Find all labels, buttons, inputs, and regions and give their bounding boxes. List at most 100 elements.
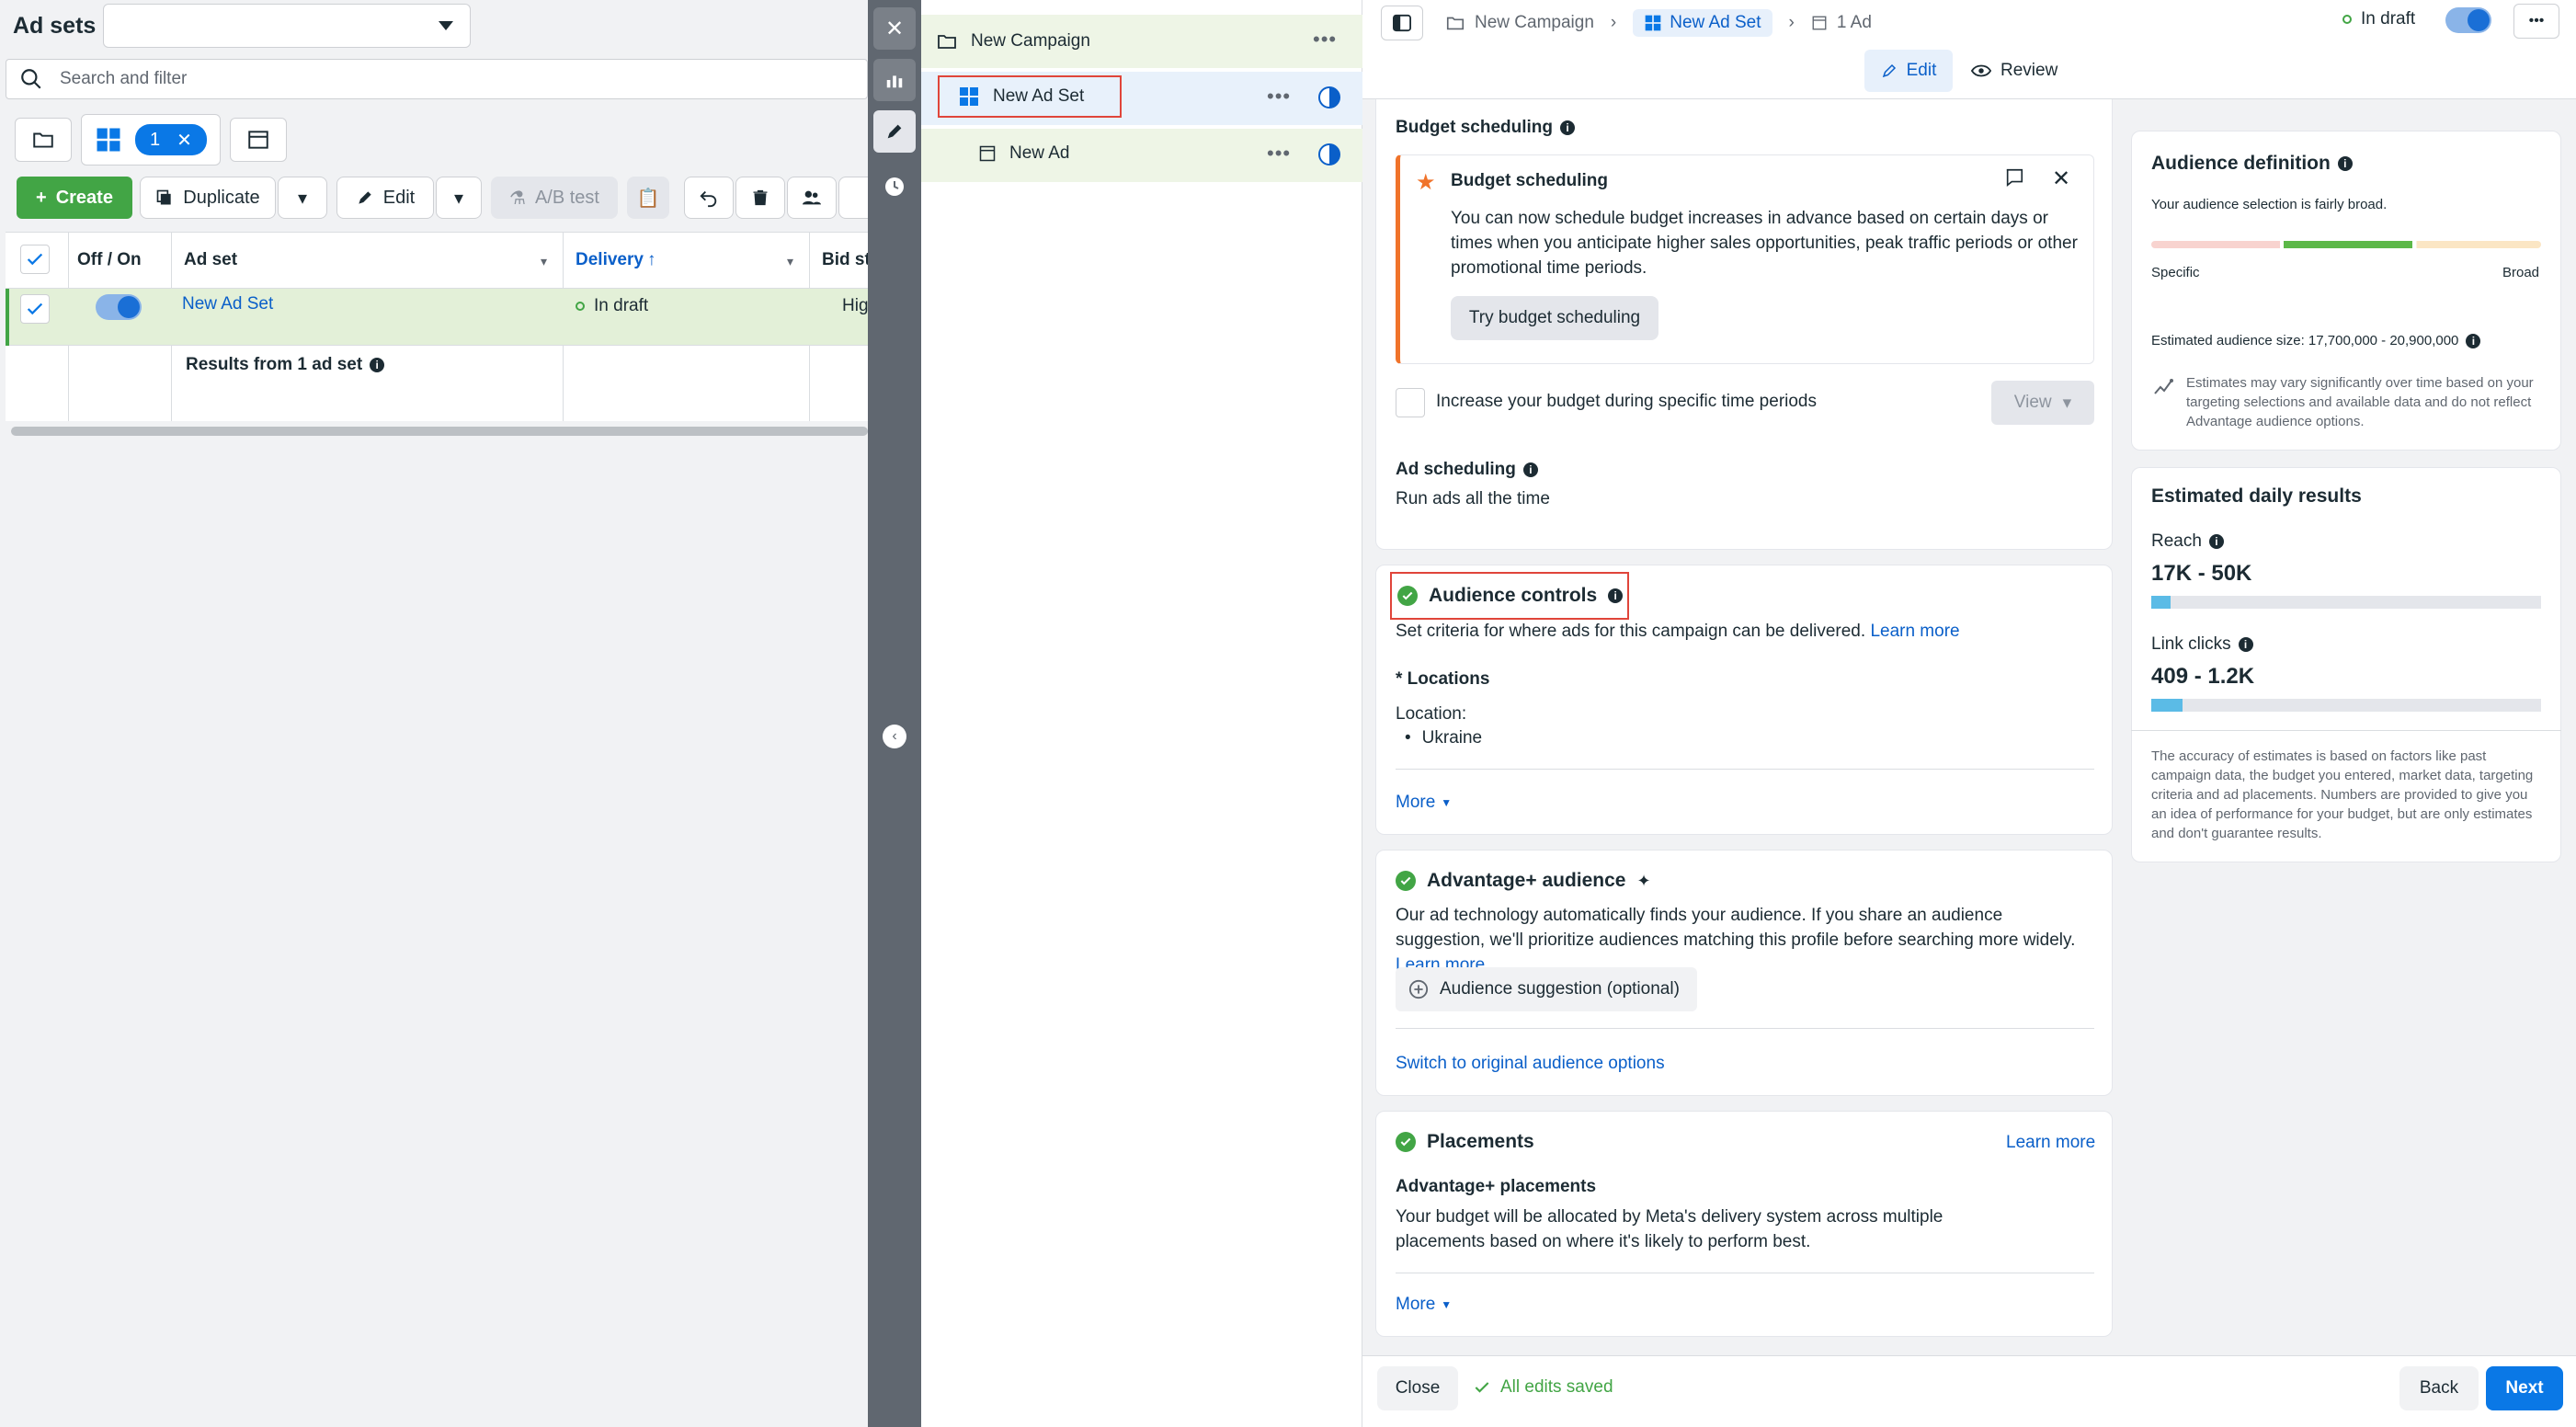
duplicate-button[interactable]: Duplicate bbox=[140, 177, 276, 219]
delivery-header-label: Delivery bbox=[576, 250, 644, 269]
info-icon: i bbox=[2238, 637, 2253, 652]
column-header-adset[interactable]: Ad set bbox=[184, 250, 237, 270]
account-selector[interactable] bbox=[103, 4, 471, 48]
close-editor-button[interactable]: ✕ bbox=[873, 7, 916, 50]
toggle-panel-button[interactable] bbox=[1381, 6, 1423, 40]
close-icon[interactable]: ✕ bbox=[177, 129, 192, 152]
editor-sidebar bbox=[868, 0, 921, 1427]
ab-test-button[interactable]: ⚗ A/B test bbox=[491, 177, 618, 219]
tab-edit[interactable]: Edit bbox=[1864, 50, 1953, 92]
audience-def-subtitle: Your audience selection is fairly broad. bbox=[2151, 197, 2388, 212]
more-button[interactable]: More ▼ bbox=[1396, 1295, 1452, 1315]
plus-circle-icon bbox=[1408, 979, 1429, 999]
ad-icon bbox=[248, 131, 268, 149]
tree-item-campaign[interactable]: New Campaign bbox=[921, 15, 1362, 68]
collapse-chevron-icon[interactable]: ‹ bbox=[883, 725, 906, 748]
edit-button[interactable]: Edit bbox=[336, 177, 434, 219]
audience-controls-header: Audience controls i bbox=[1390, 572, 1629, 620]
undo-button[interactable] bbox=[684, 177, 734, 219]
search-icon bbox=[21, 69, 41, 89]
breadcrumb-ad[interactable]: 1 Ad bbox=[1837, 13, 1872, 33]
breadcrumb-adset-label: New Ad Set bbox=[1670, 13, 1761, 32]
charts-button[interactable] bbox=[873, 59, 916, 101]
more-options-icon[interactable]: ••• bbox=[1267, 85, 1291, 108]
back-button[interactable]: Back bbox=[2399, 1366, 2479, 1410]
duplicate-dropdown[interactable]: ▾ bbox=[278, 177, 327, 219]
adsets-tab[interactable]: 1 ✕ bbox=[81, 114, 221, 166]
close-icon[interactable]: ✕ bbox=[2052, 166, 2070, 192]
more-label: More bbox=[1396, 1295, 1436, 1314]
next-button[interactable]: Next bbox=[2486, 1366, 2563, 1410]
clicks-value: 409 - 1.2K bbox=[2151, 664, 2255, 689]
audience-suggestion-button[interactable]: Audience suggestion (optional) bbox=[1396, 967, 1697, 1011]
edit-mode-button[interactable] bbox=[873, 110, 916, 153]
breadcrumb-campaign[interactable]: New Campaign bbox=[1475, 13, 1594, 33]
caret-down-icon: ▼ bbox=[1441, 1298, 1453, 1311]
pencil-icon bbox=[887, 124, 902, 139]
row-checkbox[interactable] bbox=[20, 294, 50, 324]
campaigns-tab[interactable] bbox=[15, 118, 72, 162]
people-icon bbox=[802, 190, 822, 205]
reach-bar-fill bbox=[2151, 596, 2171, 609]
folder-icon bbox=[1446, 17, 1465, 30]
selection-chip[interactable]: 1 ✕ bbox=[135, 124, 207, 155]
ad-icon bbox=[1812, 16, 1827, 30]
breadcrumb-adset[interactable]: New Ad Set bbox=[1633, 9, 1772, 37]
more-options-icon[interactable]: ••• bbox=[1313, 28, 1337, 51]
bar-chart-icon bbox=[886, 75, 903, 88]
placements-desc: Your budget will be allocated by Meta's … bbox=[1396, 1207, 1943, 1251]
column-header-delivery[interactable]: Delivery ↑ bbox=[576, 250, 655, 270]
edit-dropdown[interactable]: ▾ bbox=[436, 177, 482, 219]
meter-specific-label: Specific bbox=[2151, 265, 2200, 280]
delivery-status-icon bbox=[1318, 86, 1340, 108]
switch-audience-link[interactable]: Switch to original audience options bbox=[1396, 1054, 1665, 1074]
audience-breadth-meter bbox=[2151, 241, 2541, 248]
search-input[interactable]: Search and filter bbox=[60, 69, 187, 89]
reach-bar bbox=[2151, 596, 2541, 609]
placements-subtitle: Advantage+ placements bbox=[1396, 1177, 1597, 1196]
column-header-bid[interactable]: Bid st bbox=[822, 250, 871, 270]
placements-header: Placements bbox=[1396, 1131, 1534, 1153]
column-menu-icon[interactable]: ▾ bbox=[787, 254, 793, 269]
column-menu-icon[interactable]: ▾ bbox=[541, 254, 547, 269]
caret-down-icon: ▼ bbox=[1441, 796, 1453, 809]
clipboard-icon: 📋 bbox=[636, 188, 660, 209]
more-options-icon[interactable]: ••• bbox=[2513, 4, 2559, 39]
selected-adset-highlight[interactable]: New Ad Set bbox=[938, 75, 1122, 118]
audience-suggestion-label: Audience suggestion (optional) bbox=[1440, 979, 1680, 999]
learn-more-link[interactable]: Learn more bbox=[1870, 622, 1959, 641]
tab-review[interactable]: Review bbox=[1971, 50, 2057, 92]
more-options-icon[interactable]: ••• bbox=[1267, 142, 1291, 166]
feedback-icon[interactable] bbox=[2004, 167, 2024, 188]
delete-button[interactable] bbox=[735, 177, 785, 219]
placements-learn-more[interactable]: Learn more bbox=[2006, 1133, 2095, 1153]
column-header-toggle[interactable]: Off / On bbox=[77, 250, 142, 270]
search-bar[interactable]: Search and filter bbox=[6, 59, 868, 99]
clipboard-button[interactable]: 📋 bbox=[627, 177, 669, 219]
more-button[interactable]: More ▼ bbox=[1396, 793, 1452, 813]
adset-name-link[interactable]: New Ad Set bbox=[182, 294, 273, 314]
share-button[interactable] bbox=[787, 177, 837, 219]
info-icon: i bbox=[2208, 534, 2224, 549]
history-button[interactable] bbox=[873, 166, 916, 208]
on-off-toggle[interactable] bbox=[96, 294, 142, 320]
info-icon: i bbox=[370, 358, 385, 372]
desc-text: Set criteria for where ads for this camp… bbox=[1396, 622, 1866, 641]
estimates-note: Estimates may vary significantly over ti… bbox=[2186, 375, 2534, 429]
close-button[interactable]: Close bbox=[1377, 1366, 1458, 1410]
horizontal-scrollbar[interactable] bbox=[11, 427, 868, 436]
advantage-title: Advantage+ audience bbox=[1427, 870, 1626, 891]
publish-toggle[interactable] bbox=[2445, 7, 2491, 33]
select-all-checkbox[interactable] bbox=[20, 245, 50, 274]
grid-icon bbox=[1645, 15, 1661, 31]
caret-down-icon: ▾ bbox=[297, 188, 308, 209]
ads-tab[interactable] bbox=[230, 118, 287, 162]
try-budget-scheduling-button[interactable]: Try budget scheduling bbox=[1451, 296, 1658, 340]
create-button[interactable]: + Create bbox=[17, 177, 132, 219]
check-circle-icon bbox=[1396, 871, 1416, 891]
check-icon bbox=[27, 303, 43, 315]
location-item: • Ukraine bbox=[1405, 728, 1482, 748]
info-icon: i bbox=[2337, 156, 2353, 171]
view-button[interactable]: View ▾ bbox=[1991, 381, 2094, 425]
increase-budget-checkbox[interactable] bbox=[1396, 388, 1425, 417]
